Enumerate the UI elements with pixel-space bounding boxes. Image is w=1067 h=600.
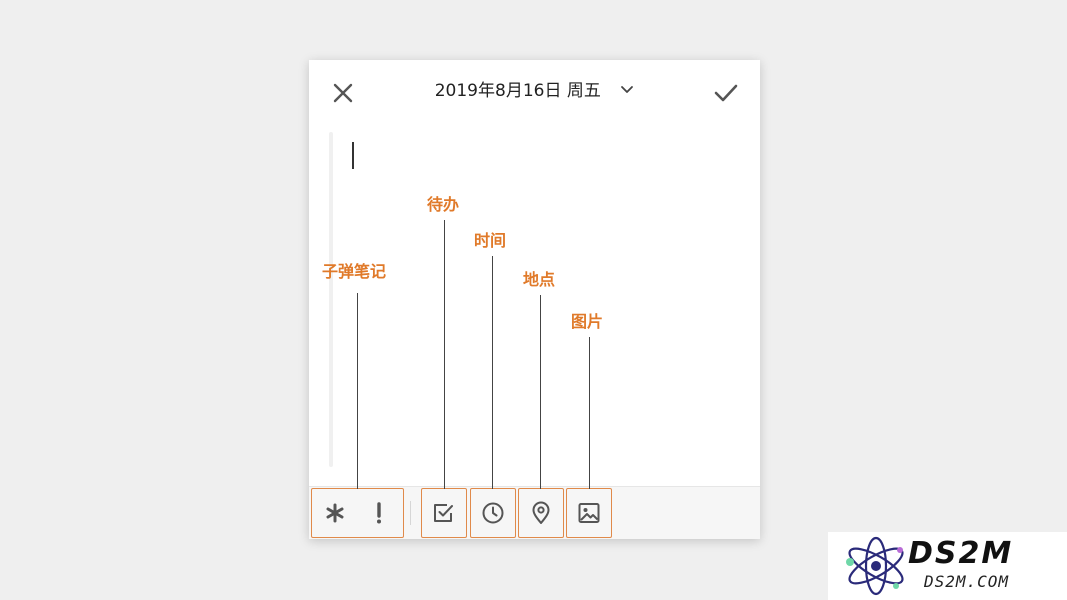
chevron-down-icon [620,78,634,102]
todo-button[interactable] [431,500,457,526]
location-pin-icon [532,501,550,524]
leader-line-image [589,337,590,489]
clock-icon [482,502,504,524]
text-caret [352,142,354,169]
checkmark-icon [714,84,738,102]
date-selector[interactable]: 2019年8月16日 周五 [309,79,760,103]
editor-gutter [329,132,333,467]
annotation-image: 图片 [571,312,604,331]
exclamation-icon [377,502,381,524]
asterisk-icon [326,503,344,523]
toolbar-separator [410,501,411,525]
watermark-domain: DS2M.COM [924,572,1010,591]
annotation-bullet-note: 子弹笔记 [322,262,387,281]
annotation-todo: 待办 [427,195,460,214]
leader-line-todo [444,220,445,489]
watermark-logo: DS2M DS2M.COM [828,532,1067,600]
date-title-text: 2019年8月16日 周五 [434,81,601,101]
bullet-note-button[interactable] [322,500,348,526]
annotation-time: 时间 [474,231,507,250]
note-text-area[interactable] [329,132,740,467]
leader-line-bullet-note [357,293,358,489]
time-button[interactable] [480,500,506,526]
annotation-location: 地点 [523,270,556,289]
checkbox-icon [434,504,453,522]
leader-line-time [492,256,493,489]
important-button[interactable] [366,500,392,526]
note-editor-card: 2019年8月16日 周五 [309,60,760,539]
confirm-button[interactable] [711,78,741,108]
image-icon [578,503,600,523]
image-button[interactable] [576,500,602,526]
leader-line-location [540,295,541,489]
location-button[interactable] [528,500,554,526]
bottom-toolbar [309,486,760,539]
watermark-brand: DS2M [908,536,1014,571]
atom-logo-icon [846,536,904,596]
